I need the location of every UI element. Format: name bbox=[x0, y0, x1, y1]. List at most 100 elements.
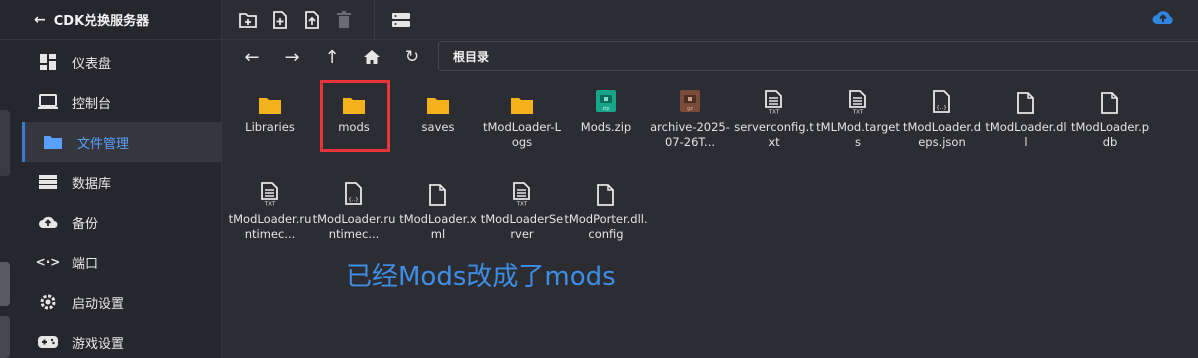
upload-file-icon[interactable] bbox=[300, 8, 324, 32]
file-icon bbox=[396, 178, 480, 206]
file-name: saves bbox=[421, 120, 455, 134]
app-root: ← CDK兑换服务器 仪表盘 控制台 文件管理 数据库 备份 <·> 端口 启动… bbox=[0, 0, 1198, 358]
sidebar-item-startup[interactable]: 启动设置 bbox=[22, 282, 222, 322]
sidebar-item-console[interactable]: 控制台 bbox=[22, 82, 222, 122]
file-name: tModLoader.dll bbox=[985, 120, 1067, 149]
file-item-json[interactable]: {..} tModLoader.deps.json bbox=[900, 86, 984, 150]
file-item-file[interactable]: tModLoader.pdb bbox=[1068, 86, 1152, 150]
file-item-text[interactable]: TXT tMLMod.targets bbox=[816, 86, 900, 150]
file-item-text[interactable]: TXT serverconfig.txt bbox=[732, 86, 816, 150]
archive-file-icon: gz bbox=[648, 86, 732, 114]
json-file-icon: {..} bbox=[900, 86, 984, 114]
annotation-text: 已经Mods改成了mods bbox=[346, 262, 616, 292]
forward-icon[interactable]: → bbox=[280, 45, 304, 69]
file-item-text[interactable]: TXT tModLoaderServer bbox=[480, 178, 564, 242]
file-manager: ← → ↑ ↻ 根目录 Libraries mods saves tModLoa… bbox=[222, 0, 1198, 358]
svg-text:TXT: TXT bbox=[516, 202, 528, 207]
json-file-icon: {..} bbox=[312, 178, 396, 206]
file-name: tModLoader.runtimec... bbox=[312, 212, 396, 241]
server-title: CDK兑换服务器 bbox=[53, 14, 150, 29]
svg-text:{..}: {..} bbox=[936, 105, 947, 111]
file-item-file[interactable]: tModLoader.dll bbox=[984, 86, 1068, 150]
server-view-icon[interactable] bbox=[389, 8, 413, 32]
new-folder-icon[interactable] bbox=[236, 8, 260, 32]
delete-icon[interactable] bbox=[332, 8, 356, 32]
file-item-file[interactable]: tModPorter.dll.config bbox=[564, 178, 648, 242]
window-edge bbox=[0, 262, 10, 306]
gear-icon bbox=[38, 292, 58, 312]
sidebar: ← CDK兑换服务器 仪表盘 控制台 文件管理 数据库 备份 <·> 端口 启动… bbox=[0, 0, 222, 358]
sidebar-item-label: 启动设置 bbox=[72, 296, 125, 312]
file-name: tMLMod.targets bbox=[816, 120, 900, 149]
folder-icon bbox=[480, 86, 564, 114]
file-icon bbox=[1068, 86, 1152, 114]
file-icon bbox=[564, 178, 648, 206]
home-icon[interactable] bbox=[360, 45, 384, 69]
file-item-folder[interactable]: tModLoader-Logs bbox=[480, 86, 564, 150]
file-name: Libraries bbox=[245, 120, 295, 134]
monitor-icon bbox=[38, 92, 58, 112]
window-edge bbox=[0, 316, 10, 358]
sidebar-item-dashboard[interactable]: 仪表盘 bbox=[22, 42, 222, 82]
svg-text:zip: zip bbox=[602, 106, 609, 112]
sidebar-item-database[interactable]: 数据库 bbox=[22, 162, 222, 202]
file-name: tModLoader-Logs bbox=[483, 120, 561, 149]
sidebar-item-game[interactable]: 游戏设置 bbox=[22, 322, 222, 358]
up-icon[interactable]: ↑ bbox=[320, 45, 344, 69]
path-label: 根目录 bbox=[453, 49, 490, 64]
sidebar-item-label: 控制台 bbox=[72, 96, 112, 112]
file-name: tModLoader.pdb bbox=[1070, 120, 1150, 149]
cloud-upload-icon[interactable] bbox=[1152, 8, 1174, 30]
file-item-text[interactable]: TXT tModLoader.runtimec... bbox=[228, 178, 312, 242]
folder-icon bbox=[396, 86, 480, 114]
svg-text:gz: gz bbox=[687, 106, 693, 112]
svg-text:TXT: TXT bbox=[768, 110, 780, 115]
txt-file-icon: TXT bbox=[228, 178, 312, 206]
file-name: tModLoader.runtimec... bbox=[228, 212, 312, 241]
file-name: tModLoaderServer bbox=[480, 212, 564, 241]
sidebar-header[interactable]: ← CDK兑换服务器 bbox=[0, 0, 221, 40]
database-icon bbox=[38, 172, 58, 192]
txt-file-icon: TXT bbox=[732, 86, 816, 114]
sidebar-item-label: 仪表盘 bbox=[72, 56, 112, 72]
highlight-box bbox=[320, 80, 390, 152]
file-item-folder[interactable]: Libraries bbox=[228, 86, 312, 135]
file-name: Mods.zip bbox=[580, 120, 632, 134]
file-item-json[interactable]: {..} tModLoader.runtimec... bbox=[312, 178, 396, 242]
back-arrow-icon[interactable]: ← bbox=[34, 12, 46, 28]
sidebar-item-label: 文件管理 bbox=[77, 136, 130, 152]
txt-file-icon: TXT bbox=[480, 178, 564, 206]
path-bar[interactable]: 根目录 bbox=[438, 41, 1198, 71]
window-edge bbox=[0, 110, 10, 176]
file-name: tModLoader.xml bbox=[399, 212, 477, 241]
file-item-archive[interactable]: gz archive-2025-07-26T... bbox=[648, 86, 732, 150]
svg-text:{..}: {..} bbox=[348, 197, 359, 203]
sidebar-item-label: 端口 bbox=[72, 256, 99, 272]
sidebar-item-ports[interactable]: <·> 端口 bbox=[22, 242, 222, 282]
toolbar-divider bbox=[374, 0, 375, 40]
file-item-file[interactable]: tModLoader.xml bbox=[396, 178, 480, 242]
nav-bar: ← → ↑ ↻ bbox=[222, 40, 440, 74]
sidebar-item-label: 数据库 bbox=[72, 176, 112, 192]
back-icon[interactable]: ← bbox=[240, 45, 264, 69]
code-arrows-icon: <·> bbox=[35, 255, 61, 269]
zip-file-icon: zip bbox=[564, 86, 648, 114]
folder-icon bbox=[43, 132, 63, 152]
file-icon bbox=[984, 86, 1068, 114]
sidebar-item-backup[interactable]: 备份 bbox=[22, 202, 222, 242]
sidebar-item-label: 游戏设置 bbox=[72, 336, 125, 352]
gamepad-icon bbox=[38, 332, 58, 352]
cloud-upload-icon bbox=[38, 212, 58, 232]
dashboard-icon bbox=[38, 52, 58, 72]
file-item-folder[interactable]: saves bbox=[396, 86, 480, 135]
txt-file-icon: TXT bbox=[816, 86, 900, 114]
new-file-icon[interactable] bbox=[268, 8, 292, 32]
file-name: tModPorter.dll.config bbox=[564, 212, 648, 241]
svg-text:TXT: TXT bbox=[264, 202, 276, 207]
file-name: serverconfig.txt bbox=[734, 120, 814, 149]
refresh-icon[interactable]: ↻ bbox=[400, 45, 424, 69]
file-toolbar bbox=[222, 0, 1198, 40]
sidebar-item-files[interactable]: 文件管理 bbox=[22, 122, 222, 162]
folder-icon bbox=[228, 86, 312, 114]
file-item-zip[interactable]: zip Mods.zip bbox=[564, 86, 648, 135]
